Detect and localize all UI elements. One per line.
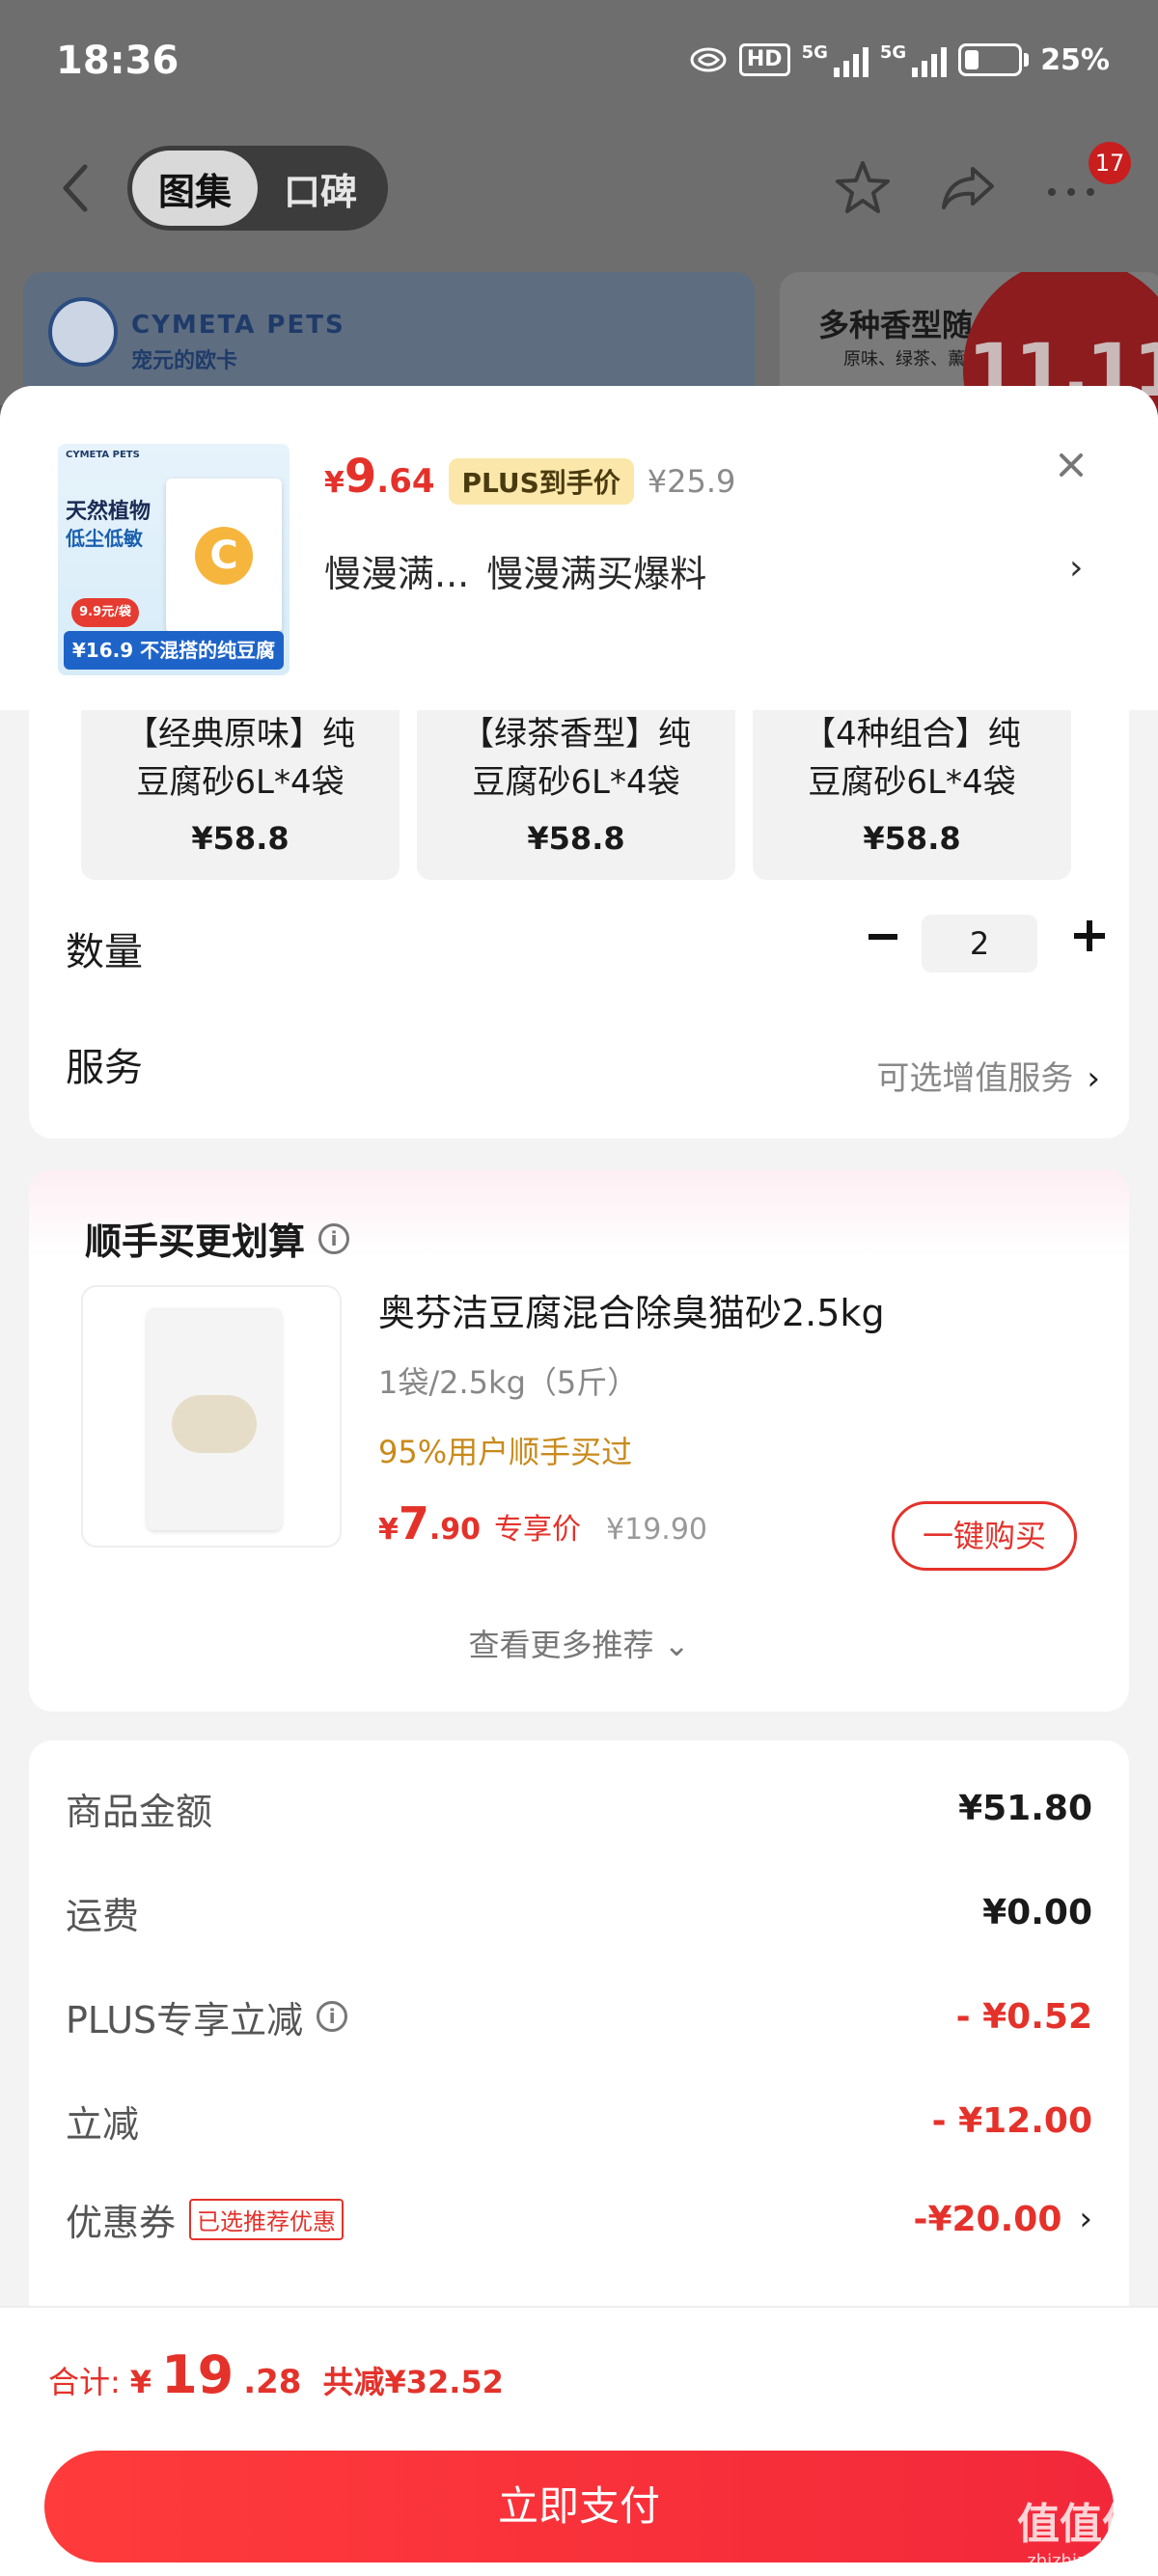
recommend-product-image[interactable] <box>81 1285 342 1548</box>
chevron-right-icon: › <box>1079 2200 1092 2238</box>
quantity-label: 数量 <box>66 930 143 974</box>
brand-name-cn: 宠元的欧卡 <box>131 349 238 373</box>
minus-button[interactable] <box>868 934 897 940</box>
battery-icon <box>958 43 1023 76</box>
scent-banner-title: 多种香型随 <box>818 307 974 343</box>
info-icon[interactable]: i <box>318 1222 350 1254</box>
recommend-card: 顺手买更划算 i 奥芬洁豆腐混合除臭猫砂2.5kg 1袋/2.5kg（5斤） 9… <box>29 1169 1129 1712</box>
hd-icon: HD <box>738 43 790 76</box>
total-line: 合计: ¥19.28 共减¥32.52 <box>48 2344 504 2405</box>
tab-reviews[interactable]: 口碑 <box>258 151 383 226</box>
service-selector[interactable]: 可选增值服务 › <box>876 1052 1100 1099</box>
close-icon[interactable] <box>1052 446 1090 484</box>
recommend-product-spec: 1袋/2.5kg（5斤） <box>378 1364 639 1401</box>
notification-badge: 17 <box>1089 142 1131 184</box>
coupon-tag: 已选推荐优惠 <box>189 2198 345 2240</box>
chevron-down-icon: ⌄ <box>663 1627 690 1663</box>
tab-switcher: 图集 口碑 <box>127 146 388 231</box>
nfc-icon <box>690 47 727 72</box>
summary-row: 商品金额 ¥51.80 <box>66 1788 1092 1833</box>
promo-line[interactable]: 慢漫满... 慢漫满买爆料 <box>324 544 706 597</box>
star-icon[interactable] <box>832 157 894 219</box>
recommend-hint: 95%用户顺手买过 <box>378 1434 633 1470</box>
status-time: 18:36 <box>56 39 179 83</box>
tab-gallery[interactable]: 图集 <box>132 151 258 226</box>
variant-option[interactable]: 【绿茶香型】纯 豆腐砂6L*4袋 ¥58.8 <box>417 710 735 880</box>
one-click-buy-button[interactable]: 一键购买 <box>892 1501 1077 1571</box>
share-icon[interactable] <box>936 157 998 219</box>
plus-button[interactable] <box>1074 920 1105 951</box>
price-row: ¥9.64 PLUS到手价 ¥25.9 <box>324 450 735 505</box>
quantity-input[interactable]: 2 <box>922 915 1037 973</box>
variant-option[interactable]: 【经典原味】纯 豆腐砂6L*4袋 ¥58.8 <box>81 710 400 880</box>
original-price: ¥25.9 <box>647 463 736 500</box>
brand-logo <box>48 297 118 367</box>
purchase-sheet: CYMETA PETS 天然植物 低尘低敏 9.9元/袋 C ¥16.9 不混搭… <box>0 386 1158 2576</box>
total-saved: 共减¥32.52 <box>322 2364 504 2400</box>
coupon-row[interactable]: 优惠券 已选推荐优惠 -¥20.00 › <box>66 2190 1092 2248</box>
recommend-product-name[interactable]: 奥芬洁豆腐混合除臭猫砂2.5kg <box>378 1283 885 1336</box>
pay-now-button[interactable]: 立即支付 <box>44 2451 1114 2562</box>
back-icon[interactable] <box>56 161 95 215</box>
recommend-price-row: ¥7.90 专享价 ¥19.90 <box>378 1497 708 1549</box>
product-bag-image: C <box>166 479 282 633</box>
scent-banner-sub: 原味、绿茶、薰 <box>843 349 965 370</box>
status-icons: HD 5G 5G 25% <box>689 42 1110 77</box>
options-card: 【经典原味】纯 豆腐砂6L*4袋 ¥58.8 【绿茶香型】纯 豆腐砂6L*4袋 … <box>29 710 1129 1138</box>
info-icon[interactable]: i <box>317 2001 348 2032</box>
watermark-logo: 值值值 zhizhizhi.com <box>1017 2500 1144 2571</box>
status-bar: 18:36 HD 5G 5G 25% <box>0 0 1158 135</box>
more-recommend-link[interactable]: 查看更多推荐 ⌄ <box>29 1621 1129 1665</box>
final-price: ¥9.64 <box>324 450 435 504</box>
top-nav: 图集 口碑 17 <box>0 140 1158 236</box>
brand-name-en: CYMETA PETS <box>131 311 345 340</box>
chevron-right-icon[interactable]: › <box>1069 548 1083 588</box>
signal-icon-2: 5G <box>880 42 948 77</box>
service-label: 服务 <box>66 1046 143 1090</box>
chevron-right-icon: › <box>1087 1059 1100 1098</box>
battery-level: 25% <box>1040 42 1110 77</box>
summary-row: PLUS专享立减 i - ¥0.52 <box>66 1996 1092 2042</box>
recommend-title: 顺手买更划算 i <box>85 1212 350 1265</box>
signal-icon: 5G <box>802 42 868 77</box>
plus-price-tag: PLUS到手价 <box>448 458 634 505</box>
summary-row: 立减 - ¥12.00 <box>66 2100 1092 2146</box>
product-thumbnail: CYMETA PETS 天然植物 低尘低敏 9.9元/袋 C ¥16.9 不混搭… <box>58 444 290 675</box>
variant-option[interactable]: 【4种组合】纯 豆腐砂6L*4袋 ¥58.8 <box>753 710 1071 880</box>
checkout-bar: 合计: ¥19.28 共减¥32.52 立即支付 <box>0 2306 1158 2576</box>
product-header: CYMETA PETS 天然植物 低尘低敏 9.9元/袋 C ¥16.9 不混搭… <box>0 386 1158 710</box>
summary-row: 运费 ¥0.00 <box>66 1892 1092 1937</box>
